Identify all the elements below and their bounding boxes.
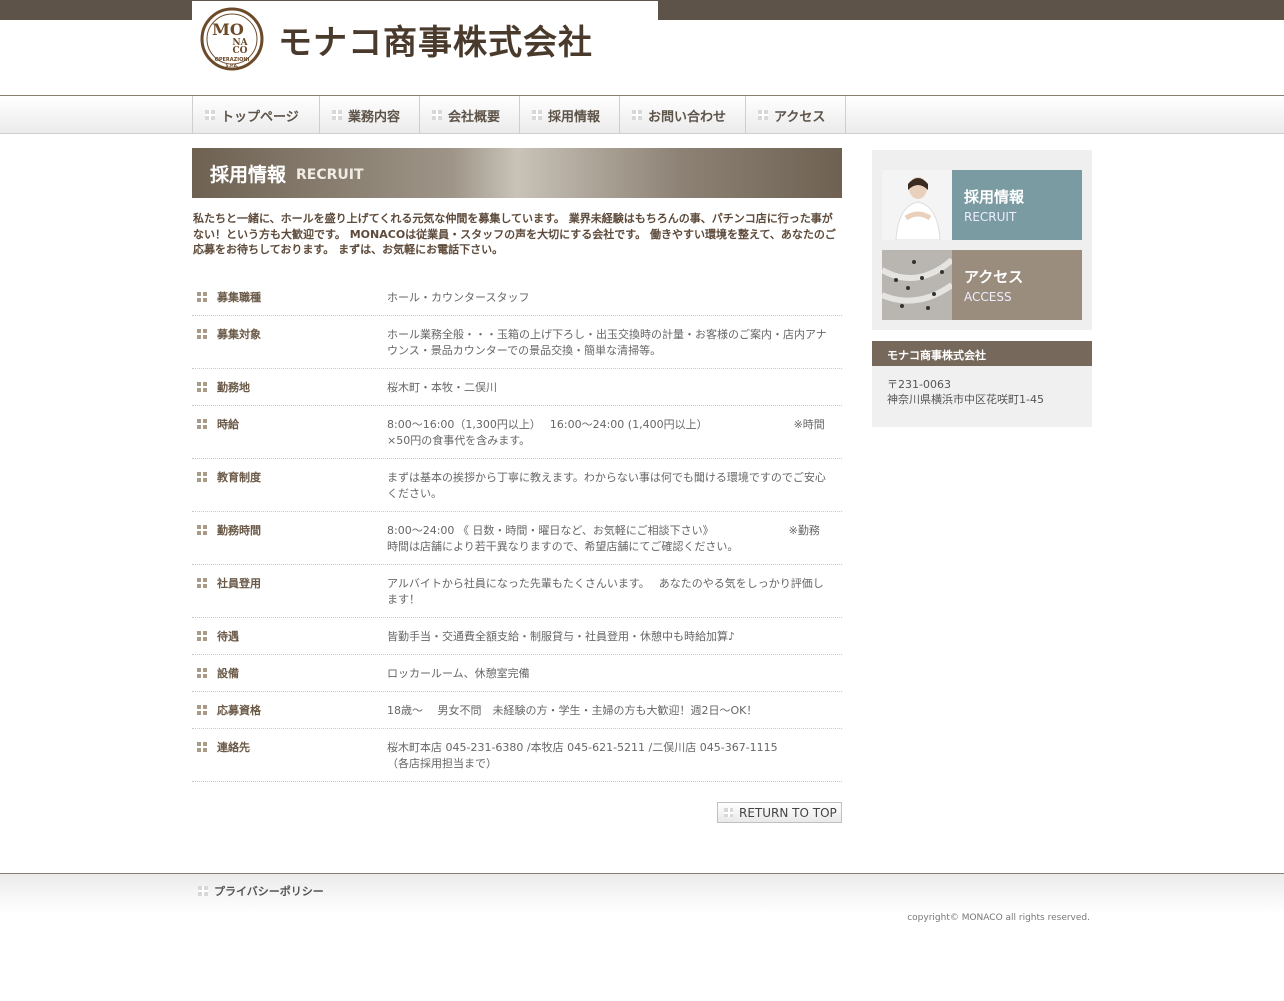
nav-item-recruit[interactable]: 採用情報 [520, 96, 620, 134]
table-row: 待遇 皆勤手当・交通費全額支給・制服貸与・社員登用・休憩中も時給加算♪ [192, 618, 842, 655]
row-value: まずは基本の挨拶から丁寧に教えます。わからない事は何でも聞ける環境ですのでご安心… [387, 471, 826, 500]
nav-bullet-icon [532, 110, 542, 120]
recruit-person-image [882, 170, 952, 240]
company-address: 〒231-0063 神奈川県横浜市中区花咲町1-45 [872, 366, 1092, 407]
footer-bullet-icon [198, 886, 208, 896]
recruit-banner-text: 採用情報 RECRUIT [952, 170, 1082, 240]
nav-label: 会社概要 [448, 109, 501, 125]
table-row: 勤務時間 8:00～24:00 《 日数・時間・曜日など、お気軽にご相談下さい》… [192, 512, 842, 565]
row-label: 教育制度 [217, 471, 261, 484]
row-bullet-icon [197, 631, 207, 641]
nav-bullet-icon [632, 110, 642, 120]
privacy-policy-link[interactable]: プライバシーポリシー [198, 883, 324, 899]
company-info-title: モナコ商事株式会社 [872, 341, 1092, 366]
logo-mark-co: CO [232, 46, 247, 56]
copyright-text: copyright© MONACO all rights reserved. [907, 913, 1090, 923]
row-value: アルバイトから社員になった先輩もたくさんいます。 あなたのやる気をしっかり評価し… [387, 577, 824, 606]
page-title: 採用情報 [210, 163, 287, 186]
row-label: 募集職種 [217, 291, 261, 304]
table-row: 募集職種 ホール・カウンタースタッフ [192, 279, 842, 316]
row-value: ホール・カウンタースタッフ [387, 291, 530, 304]
nav-bullet-icon [205, 110, 215, 120]
row-value: 桜木町・本牧・二俣川 [387, 381, 497, 394]
nav-label: 採用情報 [548, 109, 601, 125]
row-bullet-icon [197, 668, 207, 678]
access-crowd-image [882, 250, 952, 320]
row-bullet-icon [197, 578, 207, 588]
table-row: 応募資格 18歳～ 男女不問 未経験の方・学生・主婦の方も大歓迎！週2日～OK！ [192, 692, 842, 729]
page-title-en: RECRUIT [296, 167, 364, 183]
access-banner-text: アクセス ACCESS [952, 250, 1082, 320]
nav-label: お問い合わせ [648, 109, 727, 125]
header-logo[interactable]: MO NA CO OPERAZIONI S.P.A. モナコ商事株式会社 [192, 1, 658, 75]
table-row: 教育制度 まずは基本の挨拶から丁寧に教えます。わからない事は何でも聞ける環境です… [192, 459, 842, 512]
nav-bullet-icon [432, 110, 442, 120]
recruit-banner-en: RECRUIT [964, 210, 1017, 224]
table-row: 時給 8:00～16:00（1,300円以上） 16:00～24:00 (1,4… [192, 406, 842, 459]
row-label: 待遇 [217, 630, 239, 643]
access-banner-jp: アクセス [964, 268, 1024, 286]
recruit-table: 募集職種 ホール・カウンタースタッフ 募集対象 ホール業務全般・・・玉箱の上げ下… [192, 279, 842, 782]
logo-mark-spa: S.P.A. [226, 63, 239, 68]
sidebar-banners: 採用情報 RECRUIT アクセス ACCESS [872, 150, 1092, 330]
row-label: 勤務時間 [217, 524, 261, 537]
row-label: 応募資格 [217, 704, 261, 717]
privacy-policy-label: プライバシーポリシー [214, 885, 324, 898]
access-banner-en: ACCESS [964, 290, 1012, 304]
return-to-top-label: RETURN TO TOP [739, 805, 837, 820]
company-info-box: モナコ商事株式会社 〒231-0063 神奈川県横浜市中区花咲町1-45 [872, 341, 1092, 427]
row-label: 勤務地 [217, 381, 250, 394]
nav-label: アクセス [774, 109, 826, 125]
row-label: 連絡先 [217, 741, 250, 754]
row-label: 設備 [217, 667, 239, 680]
return-bullet-icon [724, 808, 733, 817]
row-value: 18歳～ 男女不問 未経験の方・学生・主婦の方も大歓迎！週2日～OK！ [387, 704, 758, 717]
table-row: 連絡先 桜木町本店 045-231-6380 /本牧店 045-621-5211… [192, 729, 842, 782]
nav-item-business[interactable]: 業務内容 [320, 96, 420, 134]
nav-label: トップページ [221, 109, 299, 125]
return-to-top-button[interactable]: RETURN TO TOP [717, 802, 842, 823]
intro-text: 私たちと一緒に、ホールを盛り上げてくれる元気な仲間を募集しています。 業界未経験… [193, 212, 836, 256]
recruit-banner-jp: 採用情報 [964, 188, 1025, 206]
nav-bullet-icon [332, 110, 342, 120]
postal-code: 〒231-0063 [887, 378, 951, 391]
row-label: 募集対象 [217, 328, 261, 341]
row-bullet-icon [197, 705, 207, 715]
row-bullet-icon [197, 525, 207, 535]
row-bullet-icon [197, 292, 207, 302]
nav-label: 業務内容 [348, 109, 401, 125]
nav-bullet-icon [758, 110, 768, 120]
row-bullet-icon [197, 742, 207, 752]
row-bullet-icon [197, 419, 207, 429]
company-name-logo: モナコ商事株式会社 [278, 23, 593, 63]
table-row: 設備 ロッカールーム、休憩室完備 [192, 655, 842, 692]
row-value: ロッカールーム、休憩室完備 [387, 667, 530, 680]
footer-bar: プライバシーポリシー [0, 873, 1284, 913]
nav-item-access[interactable]: アクセス [746, 96, 846, 134]
row-value: 8:00～16:00（1,300円以上） 16:00～24:00 (1,400円… [387, 418, 825, 447]
row-bullet-icon [197, 382, 207, 392]
global-nav: トップページ 業務内容 会社概要 採用情報 お問い合わせ アクセス [192, 96, 846, 134]
recruit-banner[interactable]: 採用情報 RECRUIT [882, 170, 1082, 240]
nav-item-contact[interactable]: お問い合わせ [620, 96, 746, 134]
row-bullet-icon [197, 329, 207, 339]
page-title-bar: 採用情報 RECRUIT [192, 148, 842, 198]
address-line: 神奈川県横浜市中区花咲町1-45 [887, 393, 1044, 406]
table-row: 募集対象 ホール業務全般・・・玉箱の上げ下ろし・出玉交換時の計量・お客様のご案内… [192, 316, 842, 369]
row-bullet-icon [197, 472, 207, 482]
nav-item-top[interactable]: トップページ [193, 96, 320, 134]
row-value: ホール業務全般・・・玉箱の上げ下ろし・出玉交換時の計量・お客様のご案内・店内アナ… [387, 328, 827, 357]
table-row: 勤務地 桜木町・本牧・二俣川 [192, 369, 842, 406]
row-label: 時給 [217, 418, 239, 431]
table-row: 社員登用 アルバイトから社員になった先輩もたくさんいます。 あなたのやる気をしっ… [192, 565, 842, 618]
row-value: 皆勤手当・交通費全額支給・制服貸与・社員登用・休憩中も時給加算♪ [387, 630, 736, 643]
row-value: 桜木町本店 045-231-6380 /本牧店 045-621-5211 /二俣… [387, 741, 811, 770]
nav-item-company[interactable]: 会社概要 [420, 96, 520, 134]
access-banner[interactable]: アクセス ACCESS [882, 250, 1082, 320]
row-value: 8:00～24:00 《 日数・時間・曜日など、お気軽にご相談下さい》 ※勤務時… [387, 524, 820, 553]
logo-mark-mo: MO [212, 20, 244, 39]
row-label: 社員登用 [217, 577, 261, 590]
global-nav-bar: トップページ 業務内容 会社概要 採用情報 お問い合わせ アクセス [0, 95, 1284, 134]
monaco-logo-mark: MO NA CO OPERAZIONI S.P.A. [200, 7, 264, 71]
